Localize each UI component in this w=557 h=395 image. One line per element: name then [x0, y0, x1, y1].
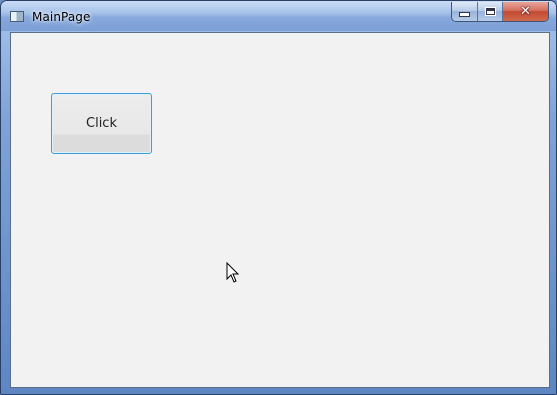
maximize-icon [484, 7, 496, 16]
mouse-cursor-icon [226, 262, 240, 283]
window-title: MainPage [32, 10, 91, 24]
caption-buttons: ✕ [451, 2, 549, 22]
title-bar[interactable]: MainPage ✕ [1, 1, 556, 31]
minimize-icon [459, 12, 470, 17]
click-button[interactable]: Click [51, 93, 152, 154]
maximize-button[interactable] [478, 2, 503, 21]
close-button[interactable]: ✕ [503, 2, 548, 21]
main-window: MainPage ✕ Click [0, 0, 557, 395]
app-icon [10, 11, 24, 22]
minimize-button[interactable] [452, 2, 478, 21]
client-area: Click [10, 32, 550, 388]
close-icon: ✕ [520, 4, 531, 19]
